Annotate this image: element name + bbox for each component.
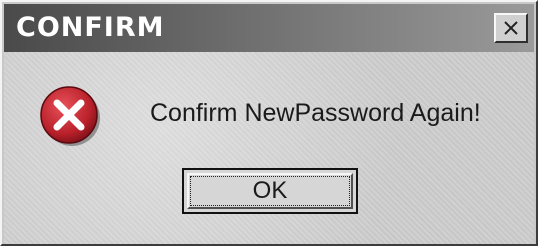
close-button[interactable] — [494, 13, 528, 43]
dialog-title: CONFIRM — [16, 12, 165, 43]
error-x-icon — [40, 86, 100, 146]
title-bar[interactable]: CONFIRM — [4, 4, 534, 52]
ok-button-label: OK — [252, 177, 288, 204]
dialog-message: Confirm NewPassword Again! — [150, 99, 481, 127]
dialog-body: Confirm NewPassword Again! OK — [4, 52, 534, 244]
close-icon — [504, 21, 518, 35]
confirm-dialog: CONFIRM Confirm NewPassword Again! OK — [0, 0, 538, 246]
ok-button[interactable]: OK — [182, 168, 358, 214]
